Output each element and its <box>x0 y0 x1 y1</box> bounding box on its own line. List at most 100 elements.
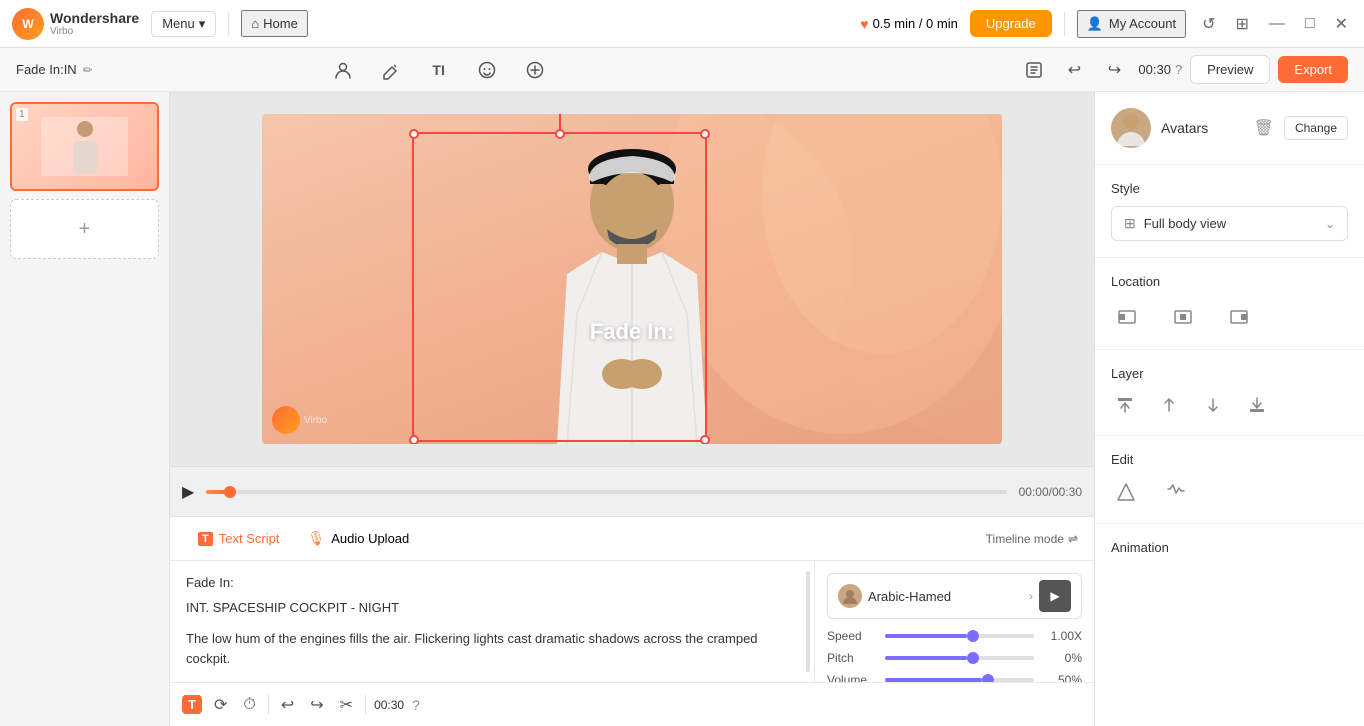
slide-item-1[interactable]: 1 <box>10 102 159 191</box>
style-chevron-icon: ⌄ <box>1325 217 1335 231</box>
avatar-tool-button[interactable] <box>327 54 359 86</box>
style-section: Style ⊞ Full body view ⌄ <box>1095 165 1364 258</box>
audio-upload-icon: 🎙 <box>307 530 325 547</box>
toolbar-center: TI <box>327 54 551 86</box>
volume-label: Volume <box>827 673 877 682</box>
speed-thumb[interactable] <box>967 630 979 642</box>
script-scrollbar[interactable] <box>806 571 810 672</box>
bottom-time-display: 00:30 <box>374 698 404 712</box>
home-button[interactable]: ⌂ Home <box>241 10 308 37</box>
layer-buttons <box>1111 391 1348 419</box>
home-label: Home <box>263 16 298 31</box>
play-voice-button[interactable]: ▶ <box>1039 580 1071 612</box>
app-logo: W Wondershare Virbo <box>12 8 139 40</box>
upgrade-button[interactable]: Upgrade <box>970 10 1052 37</box>
bottom-help-icon[interactable]: ? <box>412 697 420 713</box>
tab-text-script[interactable]: T Text Script <box>186 525 291 552</box>
title-edit-icon[interactable]: ✏ <box>83 63 93 77</box>
canvas[interactable]: Fade In: Virbo <box>262 114 1002 444</box>
close-button[interactable]: ✕ <box>1331 12 1352 36</box>
export-button[interactable]: Export <box>1278 56 1348 83</box>
animation-title: Animation <box>1111 540 1348 555</box>
fade-in-text: Fade In: <box>590 319 674 345</box>
account-button[interactable]: 👤 My Account <box>1077 10 1186 38</box>
layer-up-button[interactable] <box>1155 391 1183 419</box>
layer-to-top-button[interactable] <box>1111 391 1139 419</box>
menu-chevron-icon: ▾ <box>199 16 206 32</box>
volume-track[interactable] <box>885 678 1034 682</box>
speed-fill <box>885 634 967 638</box>
play-button[interactable]: ▶ <box>182 482 194 502</box>
toolbar-right: ↩ ↪ 00:30 ? Preview Export <box>1018 54 1348 86</box>
pitch-value: 0% <box>1042 651 1082 665</box>
volume-thumb[interactable] <box>982 674 994 682</box>
progress-bar[interactable] <box>206 490 1006 494</box>
change-avatar-button[interactable]: Change <box>1284 116 1348 140</box>
motion-button[interactable]: ⟳ <box>210 691 231 719</box>
emoji-tool-button[interactable] <box>471 54 503 86</box>
history-button[interactable]: ↺ <box>1198 10 1219 38</box>
edit-audio-button[interactable] <box>1161 477 1191 507</box>
align-center-button[interactable] <box>1167 301 1199 333</box>
topbar: W Wondershare Virbo Menu ▾ ⌂ Home ♥ 0.5 … <box>0 0 1364 48</box>
bottom-content: Fade In: INT. SPACESHIP COCKPIT - NIGHT … <box>170 561 1094 682</box>
preview-button[interactable]: Preview <box>1190 55 1270 84</box>
maximize-button[interactable]: □ <box>1301 13 1319 35</box>
bottom-panel: T Text Script 🎙 Audio Upload Timeline mo… <box>170 516 1094 726</box>
topbar-divider <box>228 12 229 36</box>
pitch-thumb[interactable] <box>967 652 979 664</box>
grid-button[interactable]: ⊞ <box>1232 10 1253 38</box>
edit-shape-button[interactable] <box>1111 477 1141 507</box>
undo-bottom-button[interactable]: ↩ <box>277 691 298 719</box>
duration-help-icon[interactable]: ? <box>1175 62 1182 77</box>
timeline-mode-icon: ⇌ <box>1068 532 1078 546</box>
layer-down-button[interactable] <box>1199 391 1227 419</box>
watermark-logo <box>272 406 300 434</box>
progress-thumb[interactable] <box>224 486 236 498</box>
align-left-button[interactable] <box>1111 301 1143 333</box>
voice-name: Arabic-Hamed <box>868 589 1023 604</box>
canvas-wrapper: Fade In: Virbo <box>170 92 1094 466</box>
tab-audio-upload[interactable]: 🎙 Audio Upload <box>295 524 421 553</box>
animation-section: Animation <box>1095 523 1364 581</box>
notes-button[interactable] <box>1018 54 1050 86</box>
script-area[interactable]: Fade In: INT. SPACESHIP COCKPIT - NIGHT … <box>170 561 814 682</box>
undo-button[interactable]: ↩ <box>1058 54 1090 86</box>
voice-selector[interactable]: Arabic-Hamed › ▶ <box>827 573 1082 619</box>
watermark: Virbo <box>272 406 327 434</box>
style-dropdown-icon: ⊞ <box>1124 215 1136 232</box>
menu-button[interactable]: Menu ▾ <box>151 11 216 37</box>
add-slide-button[interactable]: + <box>10 199 159 259</box>
topbar-divider2 <box>1064 12 1065 36</box>
duration-display: 00:30 ? <box>1138 62 1182 77</box>
text-insert-button[interactable]: T <box>182 695 202 714</box>
clock-button[interactable]: ⏱ <box>239 692 259 718</box>
pitch-track[interactable] <box>885 656 1034 660</box>
add-element-button[interactable] <box>519 54 551 86</box>
align-right-button[interactable] <box>1223 301 1255 333</box>
timeline-mode-label: Timeline mode <box>986 532 1064 546</box>
style-dropdown[interactable]: ⊞ Full body view ⌄ <box>1111 206 1348 241</box>
timeline-mode[interactable]: Timeline mode ⇌ <box>986 532 1078 546</box>
location-section: Location <box>1095 258 1364 349</box>
speed-track[interactable] <box>885 634 1034 638</box>
layer-title: Layer <box>1111 366 1348 381</box>
delete-avatar-icon[interactable]: 🗑 <box>1254 118 1274 138</box>
account-label: My Account <box>1109 16 1176 31</box>
redo-bottom-button[interactable]: ↪ <box>306 691 327 719</box>
right-panel: Avatars 🗑 Change Style ⊞ Full body view … <box>1094 92 1364 726</box>
edit-buttons <box>1111 477 1348 507</box>
titlebar: Fade In:IN ✏ TI <box>0 48 1364 92</box>
scissor-button[interactable]: ✂ <box>336 691 357 719</box>
brush-tool-button[interactable] <box>375 54 407 86</box>
playback-time: 00:00/00:30 <box>1019 485 1082 499</box>
edit-section: Edit <box>1095 435 1364 523</box>
audio-panel: Arabic-Hamed › ▶ Speed 1.00X <box>814 561 1094 682</box>
time-info: ♥ 0.5 min / 0 min <box>860 16 958 32</box>
redo-button[interactable]: ↪ <box>1098 54 1130 86</box>
layer-to-bottom-button[interactable] <box>1243 391 1271 419</box>
text-tool-button[interactable]: TI <box>423 54 455 86</box>
slide-number-1: 1 <box>16 108 28 121</box>
pitch-label: Pitch <box>827 651 877 665</box>
minimize-button[interactable]: — <box>1265 13 1289 35</box>
